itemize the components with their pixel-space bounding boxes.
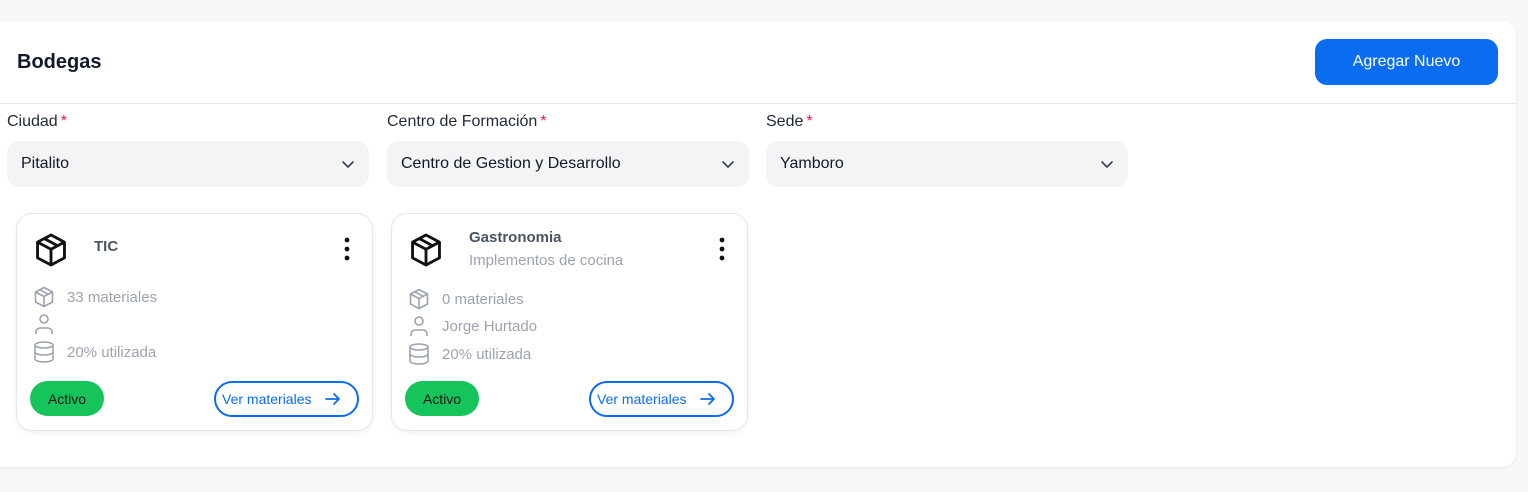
package-icon: [409, 288, 429, 310]
card-title: TIC: [94, 238, 119, 255]
materials-count: 0 materiales: [442, 290, 524, 308]
filter-sede: Sede * Yamboro: [766, 113, 1128, 187]
status-badge: Activo: [30, 381, 104, 416]
filter-label: Centro de Formación *: [387, 113, 749, 133]
select-value: Yamboro: [780, 155, 844, 172]
bodega-card-tic: TIC 33 materiales 20% utilizada Activo V…: [16, 213, 373, 431]
page-title: Bodegas: [17, 51, 102, 73]
materials-stat: 33 materiales: [32, 285, 157, 309]
filter-label: Sede *: [766, 113, 1128, 133]
responsible-name: Jorge Hurtado: [442, 317, 538, 335]
ciudad-select[interactable]: Pitalito: [7, 141, 369, 187]
materials-count: 33 materiales: [67, 288, 158, 306]
usage-stat: 20% utilizada: [407, 342, 531, 366]
add-new-button[interactable]: Agregar Nuevo: [1315, 39, 1498, 85]
sede-select[interactable]: Yamboro: [766, 141, 1128, 187]
filter-label: Ciudad *: [7, 113, 369, 133]
package-icon: [36, 233, 66, 267]
filter-label-text: Sede: [766, 113, 804, 130]
required-mark: *: [540, 113, 547, 130]
responsible-stat: [32, 312, 67, 336]
select-value: Centro de Gestion y Desarrollo: [401, 155, 621, 172]
package-icon: [34, 286, 54, 308]
filter-label-text: Centro de Formación: [387, 113, 538, 130]
required-mark: *: [806, 113, 813, 130]
usage-percent: 20% utilizada: [442, 345, 532, 363]
chevron-down-icon: [1101, 161, 1113, 168]
responsible-stat: Jorge Hurtado: [407, 314, 537, 338]
filter-centro-formacion: Centro de Formación * Centro de Gestion y…: [387, 113, 749, 187]
package-icon: [411, 233, 441, 267]
arrow-right-icon: [325, 393, 340, 405]
centro-formacion-select[interactable]: Centro de Gestion y Desarrollo: [387, 141, 749, 187]
status-badge: Activo: [405, 381, 479, 416]
panel-header: Bodegas Agregar Nuevo: [0, 21, 1516, 104]
view-materials-label: Ver materiales: [597, 391, 687, 407]
view-materials-button[interactable]: Ver materiales: [589, 381, 734, 417]
filter-ciudad: Ciudad * Pitalito: [7, 113, 369, 187]
chevron-down-icon: [722, 161, 734, 168]
more-options-icon[interactable]: [715, 236, 729, 262]
required-mark: *: [60, 113, 67, 130]
arrow-right-icon: [700, 393, 715, 405]
bodega-card-gastronomia: Gastronomia Implementos de cocina 0 mate…: [391, 213, 748, 431]
card-title: Gastronomia: [469, 229, 562, 246]
usage-percent: 20% utilizada: [67, 343, 157, 361]
card-subtitle: Implementos de cocina: [469, 252, 624, 269]
database-icon: [409, 343, 429, 365]
database-icon: [34, 341, 54, 363]
chevron-down-icon: [342, 161, 354, 168]
select-value: Pitalito: [21, 155, 70, 172]
more-options-icon[interactable]: [340, 236, 354, 262]
user-icon: [410, 316, 428, 336]
filter-label-text: Ciudad: [7, 113, 58, 130]
view-materials-button[interactable]: Ver materiales: [214, 381, 359, 417]
usage-stat: 20% utilizada: [32, 340, 156, 364]
bodegas-panel: Bodegas Agregar Nuevo Ciudad * Pitalito C…: [0, 21, 1516, 467]
user-icon: [35, 314, 53, 334]
view-materials-label: Ver materiales: [222, 391, 312, 407]
materials-stat: 0 materiales: [407, 287, 524, 311]
